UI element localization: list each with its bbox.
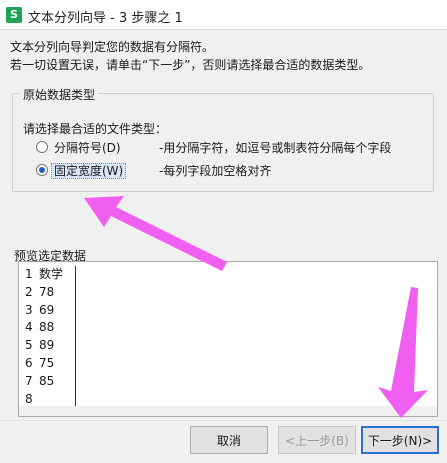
intro-text-2: 若一切设置无误，请单击“下一步”，否则请选择最合适的数据类型。: [10, 58, 371, 72]
radio-desc-delimited: -用分隔字符，如逗号或制表符分隔每个字段: [159, 140, 392, 155]
radio-label-fixed-width[interactable]: 固定宽度(W): [51, 162, 127, 179]
radio-label-delimited[interactable]: 分隔符号(D): [54, 139, 159, 156]
column-break-line[interactable]: [75, 266, 76, 408]
preview-cell: 数学: [39, 267, 64, 281]
radio-desc-fixed-width: -每列字段加空格对齐: [159, 163, 272, 178]
divider: [0, 420, 447, 421]
window-title: 文本分列向导 - 3 步骤之 1: [28, 11, 183, 26]
file-type-prompt: 请选择最合适的文件类型：: [23, 122, 168, 136]
preview-cell: 78: [39, 284, 55, 299]
preview-pane[interactable]: 1 2 3 4 5 6 7 8 数学 78 69 88 89 75 85: [18, 261, 438, 417]
row-number: 4: [25, 320, 33, 335]
title-bar: S 文本分列向导 - 3 步骤之 1: [0, 0, 447, 30]
row-number: 6: [25, 355, 33, 370]
app-icon: S: [6, 7, 22, 23]
preview-data-column: 数学 78 69 88 89 75 85: [39, 266, 63, 408]
radio-fixed-width[interactable]: 固定宽度(W) -每列字段加空格对齐: [36, 161, 271, 179]
preview-cell: 75: [39, 355, 55, 370]
preview-cell: 89: [39, 338, 55, 353]
preview-cell: 85: [39, 373, 55, 388]
horizontal-scrollbar[interactable]: [19, 406, 437, 416]
next-button[interactable]: 下一步(N)>: [361, 426, 439, 454]
row-number: 2: [25, 284, 33, 299]
row-number: 5: [25, 338, 33, 353]
arrow-icon-fixed-width: [84, 196, 227, 271]
row-number: 3: [25, 302, 33, 317]
group-legend: 原始数据类型: [20, 86, 99, 103]
radio-button-fixed-width[interactable]: [36, 164, 48, 176]
row-number-column: 1 2 3 4 5 6 7 8: [25, 266, 39, 408]
row-number: 7: [25, 373, 33, 388]
row-number: 1: [25, 267, 33, 281]
radio-button-delimited[interactable]: [36, 141, 48, 153]
radio-delimited[interactable]: 分隔符号(D) -用分隔字符，如逗号或制表符分隔每个字段: [36, 138, 391, 156]
back-button[interactable]: <上一步(B): [278, 426, 356, 454]
cancel-button[interactable]: 取消: [190, 426, 268, 454]
preview-cell: 69: [39, 302, 55, 317]
intro-text-1: 文本分列向导判定您的数据有分隔符。: [10, 40, 215, 54]
preview-cell: 88: [39, 320, 55, 335]
